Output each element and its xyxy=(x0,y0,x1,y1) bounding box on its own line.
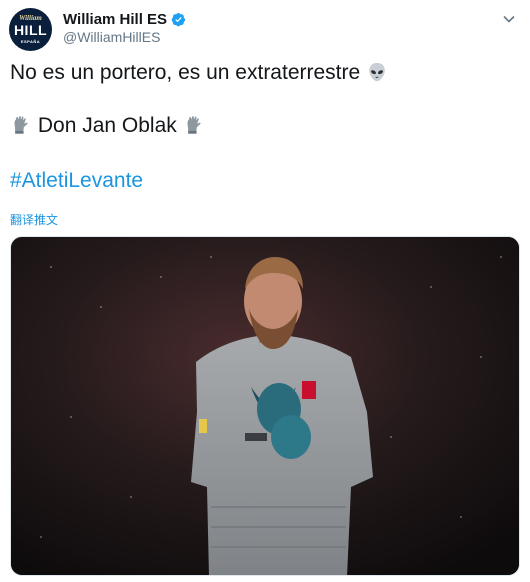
club-crest xyxy=(302,381,316,399)
tweet-text: No es un portero, es un extraterrestre xyxy=(10,61,361,84)
hashtag-link[interactable]: #AtletiLevante xyxy=(10,168,143,194)
tweet-header: William HILL ESPAÑA William Hill ES @Wil… xyxy=(8,8,522,54)
avatar[interactable]: William HILL ESPAÑA xyxy=(9,8,52,51)
chevron-down-icon[interactable] xyxy=(502,12,516,26)
avatar-main-text: HILL xyxy=(13,22,48,38)
tweet-text-line2: Don Jan Oblak xyxy=(10,113,205,139)
glove-emoji-right xyxy=(187,116,201,134)
verified-badge-icon xyxy=(171,12,186,26)
translate-tweet-link[interactable]: 翻译推文 xyxy=(10,211,58,228)
author-handle[interactable]: @WilliamHillES xyxy=(63,29,160,45)
tweet-text-line1: No es un portero, es un extraterrestre xyxy=(10,60,388,86)
author-name-row[interactable]: William Hill ES xyxy=(63,10,186,28)
avatar-brand-text: William xyxy=(19,14,42,22)
tweet-text: Don Jan Oblak xyxy=(37,114,177,137)
avatar-sub-text: ESPAÑA xyxy=(20,39,41,44)
glove-emoji-left xyxy=(14,116,28,134)
alien-emoji xyxy=(369,62,385,82)
display-name[interactable]: William Hill ES xyxy=(63,11,167,28)
tweet-photo[interactable] xyxy=(10,236,520,576)
